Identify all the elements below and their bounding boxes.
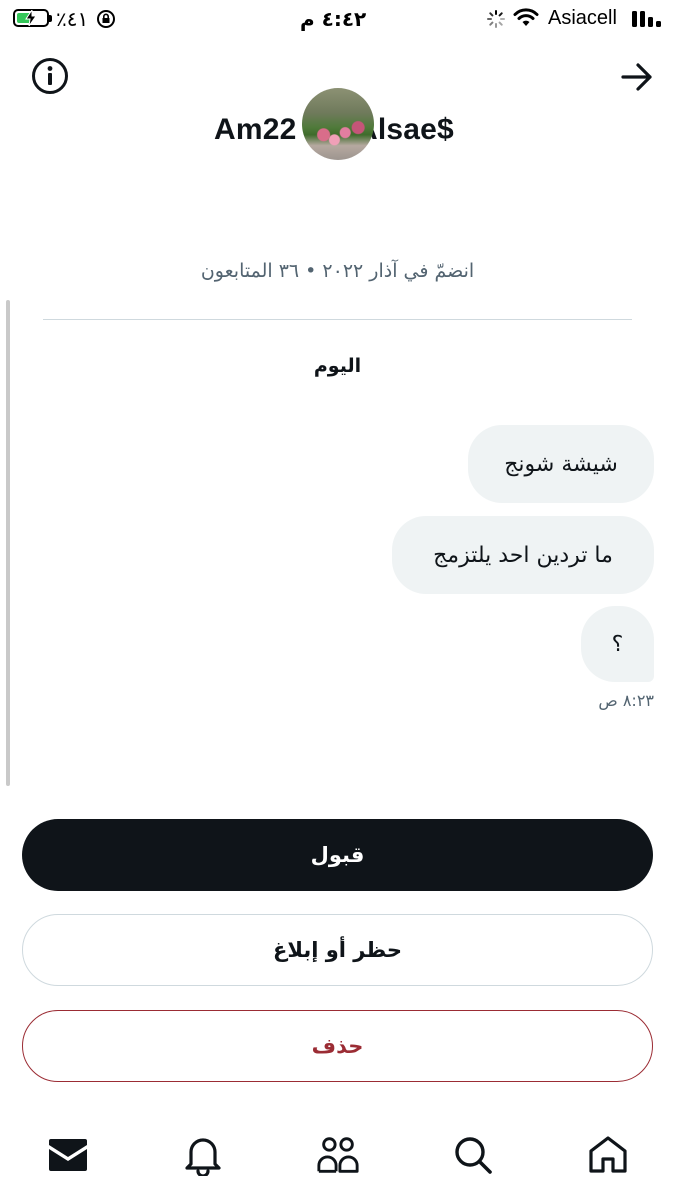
home-icon <box>589 1136 627 1173</box>
message-bubble[interactable]: ما تردين احد يلتزمج <box>392 516 654 594</box>
username-left-part: Am22 <box>214 113 297 146</box>
avatar[interactable] <box>302 88 374 160</box>
date-separator: اليوم <box>313 355 362 377</box>
back-button[interactable] <box>618 58 656 96</box>
message-bubble[interactable]: شيشة شونج <box>468 425 654 503</box>
activity-spinner-icon <box>486 9 506 33</box>
nav-communities[interactable] <box>316 1133 360 1177</box>
message-timestamp: ٨:٢٣ ص <box>598 691 654 710</box>
info-button[interactable] <box>31 57 69 95</box>
nav-notifications[interactable] <box>181 1133 225 1177</box>
arrow-right-icon <box>621 63 652 91</box>
battery-percent: ٪٤١ <box>56 7 89 31</box>
carrier-name: Asiacell <box>548 7 617 29</box>
people-icon <box>317 1137 359 1173</box>
nav-home[interactable] <box>586 1133 630 1177</box>
accept-button[interactable]: قبول <box>22 819 653 891</box>
wifi-icon <box>513 8 539 32</box>
nav-search[interactable] <box>451 1133 495 1177</box>
message-bubble[interactable]: ؟ <box>581 606 654 682</box>
search-icon <box>455 1137 492 1174</box>
mail-icon <box>49 1139 87 1171</box>
info-icon <box>32 58 68 94</box>
battery-icon <box>13 9 52 27</box>
bell-icon <box>185 1138 221 1176</box>
profile-joined-info: انضمّ في آذار ٢٠٢٢ • ٣٦ المتابعون <box>200 260 475 282</box>
block-report-button[interactable]: حظر أو إبلاغ <box>22 914 653 986</box>
status-bar: ٪٤١ ٤:٤٢ م Asiacell <box>0 0 675 40</box>
delete-button[interactable]: حذف <box>22 1010 653 1082</box>
orientation-lock-icon <box>96 9 116 33</box>
signal-icon <box>632 9 664 33</box>
header-divider <box>43 319 632 320</box>
nav-messages[interactable] <box>46 1133 90 1177</box>
status-time: ٤:٤٢ م <box>300 7 367 31</box>
